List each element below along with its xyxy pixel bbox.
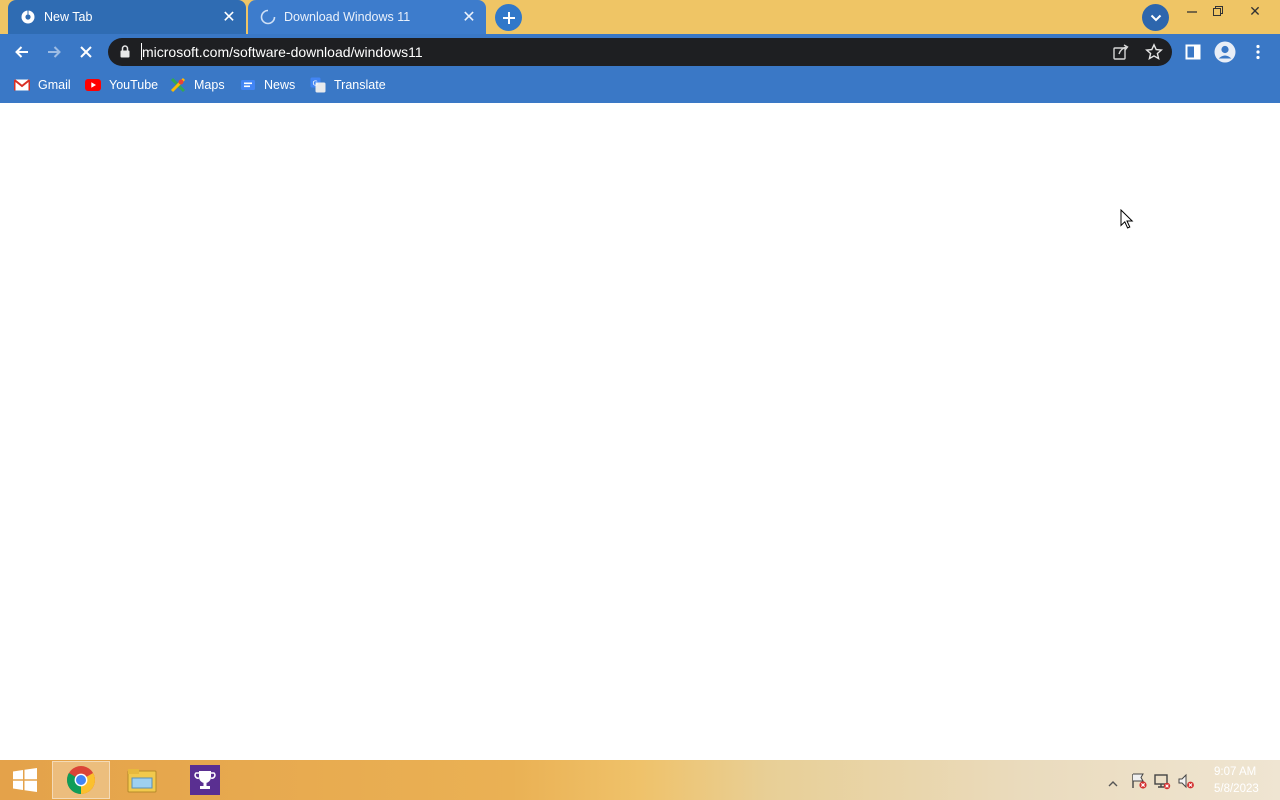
- forward-button[interactable]: [42, 40, 66, 64]
- gmail-icon: [14, 77, 30, 93]
- show-hidden-icons-icon[interactable]: [1108, 775, 1118, 793]
- bookmark-label: Gmail: [38, 78, 71, 92]
- trophy-icon: [190, 765, 220, 795]
- new-tab-button[interactable]: [495, 4, 522, 31]
- network-icon[interactable]: [1153, 772, 1171, 795]
- volume-muted-icon[interactable]: [1177, 772, 1195, 795]
- start-button[interactable]: [4, 761, 46, 799]
- back-button[interactable]: [10, 40, 34, 64]
- translate-icon: G: [310, 77, 326, 93]
- lock-icon[interactable]: [119, 45, 131, 63]
- restore-button[interactable]: [1205, 0, 1231, 22]
- bookmark-label: Translate: [334, 78, 386, 92]
- mouse-cursor-icon: [1120, 208, 1134, 235]
- bookmark-gmail[interactable]: Gmail: [14, 74, 71, 96]
- bookmark-youtube[interactable]: YouTube: [85, 74, 158, 96]
- menu-kebab-icon[interactable]: [1252, 43, 1264, 66]
- bookmark-label: Maps: [194, 78, 225, 92]
- tab-title: Download Windows 11: [284, 10, 411, 24]
- action-center-flag-icon[interactable]: [1130, 772, 1148, 795]
- chrome-icon: [20, 9, 36, 25]
- stop-icon: [80, 46, 92, 58]
- chrome-icon: [67, 766, 95, 794]
- tab-search-button[interactable]: [1142, 4, 1169, 31]
- news-icon: [240, 77, 256, 93]
- tab-download-windows-11[interactable]: Download Windows 11 ✕: [248, 0, 486, 34]
- folder-icon: [127, 769, 157, 793]
- taskbar-file-explorer[interactable]: [113, 761, 171, 799]
- url-text[interactable]: microsoft.com/software-download/windows1…: [142, 44, 423, 60]
- youtube-icon: [85, 77, 101, 93]
- profile-avatar-icon[interactable]: [1214, 41, 1236, 68]
- taskbar-clock-time[interactable]: 9:07 AM: [1214, 766, 1256, 778]
- close-window-button[interactable]: ✕: [1242, 0, 1268, 22]
- tab-title: New Tab: [44, 10, 93, 24]
- tab-new-tab[interactable]: New Tab ✕: [8, 0, 246, 34]
- bookmark-star-icon[interactable]: [1145, 43, 1163, 66]
- minimize-button[interactable]: [1179, 0, 1205, 22]
- forward-arrow-icon: [48, 46, 61, 58]
- bookmark-label: YouTube: [109, 78, 159, 92]
- bookmark-translate[interactable]: G Translate: [310, 74, 386, 96]
- loading-spinner-icon: [260, 9, 276, 25]
- stop-loading-button[interactable]: [74, 40, 98, 64]
- chevron-down-icon: [1150, 14, 1161, 21]
- maps-icon: [170, 77, 186, 93]
- windows-logo-icon: [13, 768, 37, 792]
- taskbar-chrome[interactable]: [52, 761, 110, 799]
- svg-text:G: G: [313, 80, 318, 88]
- taskbar-trophy-app[interactable]: [176, 761, 234, 799]
- bookmark-maps[interactable]: Maps: [170, 74, 225, 96]
- page-content[interactable]: [0, 103, 1280, 760]
- back-arrow-icon: [15, 46, 28, 58]
- bookmark-news[interactable]: News: [240, 74, 295, 96]
- close-tab-icon[interactable]: ✕: [460, 8, 478, 26]
- side-panel-icon[interactable]: [1185, 43, 1201, 66]
- taskbar-clock-date[interactable]: 5/8/2023: [1214, 783, 1259, 795]
- share-icon[interactable]: [1112, 43, 1130, 66]
- close-tab-icon[interactable]: ✕: [220, 8, 238, 26]
- bookmark-label: News: [264, 78, 296, 92]
